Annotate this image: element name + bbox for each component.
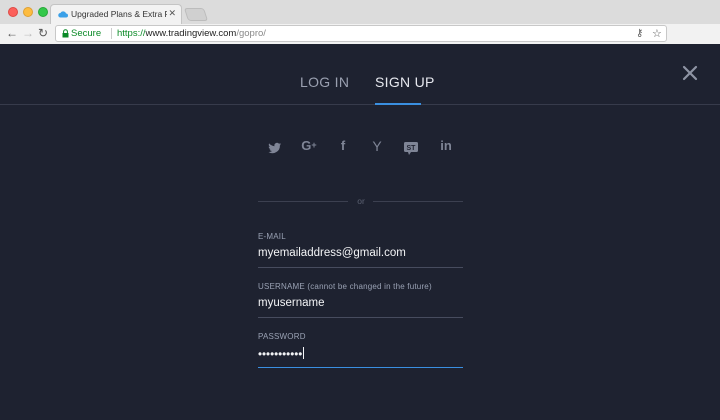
close-tab-icon[interactable]: ✕: [168, 8, 176, 19]
browser-toolbar: ← → ↻ Secure https://www.tradingview.com…: [0, 24, 720, 44]
username-field[interactable]: USERNAME (cannot be changed in the futur…: [258, 282, 463, 318]
maximize-window-button[interactable]: [38, 7, 48, 17]
url-text[interactable]: https://www.tradingview.com/gopro/: [117, 28, 266, 39]
svg-text:ST: ST: [407, 145, 417, 152]
password-underline-focused: [258, 367, 463, 368]
browser-tab[interactable]: Upgraded Plans & Extra Featu ✕: [50, 4, 182, 25]
auth-tabs: LOG IN SIGN UP: [0, 44, 720, 105]
linkedin-icon[interactable]: in: [436, 138, 456, 158]
back-arrow-icon[interactable]: ←: [6, 26, 18, 40]
close-icon[interactable]: [681, 64, 699, 82]
url-scheme: https://: [117, 28, 146, 39]
stocktwits-icon[interactable]: ST: [401, 138, 421, 158]
active-tab-indicator: [375, 103, 421, 105]
email-field[interactable]: E-MAIL myemailaddress@gmail.com: [258, 232, 463, 268]
address-separator: [111, 28, 112, 39]
cloud-icon: [58, 11, 68, 18]
tab-sign-up[interactable]: SIGN UP: [375, 74, 435, 90]
username-label: USERNAME (cannot be changed in the futur…: [258, 282, 432, 291]
star-icon[interactable]: ☆: [652, 27, 662, 40]
password-field[interactable]: PASSWORD •••••••••••: [258, 332, 463, 368]
url-host: www.tradingview.com: [145, 28, 237, 39]
password-input[interactable]: •••••••••••: [258, 347, 463, 363]
reload-icon[interactable]: ↻: [38, 26, 48, 40]
divider-right: [373, 201, 463, 202]
browser-tab-title: Upgraded Plans & Extra Featu: [71, 9, 167, 19]
lock-icon: [62, 29, 69, 38]
address-bar[interactable]: Secure https://www.tradingview.com/gopro…: [55, 25, 667, 42]
facebook-icon[interactable]: f: [333, 138, 353, 158]
tab-log-in[interactable]: LOG IN: [300, 74, 349, 90]
yahoo-icon[interactable]: Y: [367, 138, 387, 158]
secure-label: Secure: [71, 28, 102, 39]
twitter-icon[interactable]: [265, 138, 285, 158]
email-label: E-MAIL: [258, 232, 286, 241]
email-input[interactable]: myemailaddress@gmail.com: [258, 247, 463, 263]
email-underline: [258, 267, 463, 268]
signup-modal: LOG IN SIGN UP G+ f Y ST in or E-MAIL my…: [0, 44, 720, 420]
minimize-window-button[interactable]: [23, 7, 33, 17]
key-icon[interactable]: ⚷: [636, 28, 643, 39]
social-login-buttons: G+ f Y ST in: [0, 138, 720, 158]
url-path: /gopro/: [236, 28, 266, 39]
username-input[interactable]: myusername: [258, 297, 463, 313]
divider-left: [258, 201, 348, 202]
google-plus-icon[interactable]: G+: [299, 138, 319, 158]
or-separator: or: [357, 196, 365, 206]
forward-arrow-icon[interactable]: →: [22, 26, 34, 40]
close-window-button[interactable]: [8, 7, 18, 17]
password-mask: •••••••••••: [258, 349, 303, 361]
text-caret: [303, 347, 305, 359]
password-label: PASSWORD: [258, 332, 306, 341]
username-underline: [258, 317, 463, 318]
new-tab-button[interactable]: [183, 8, 209, 21]
browser-chrome: Upgraded Plans & Extra Featu ✕ ← → ↻ Sec…: [0, 0, 720, 44]
browser-tab-strip: Upgraded Plans & Extra Featu ✕: [0, 0, 720, 25]
